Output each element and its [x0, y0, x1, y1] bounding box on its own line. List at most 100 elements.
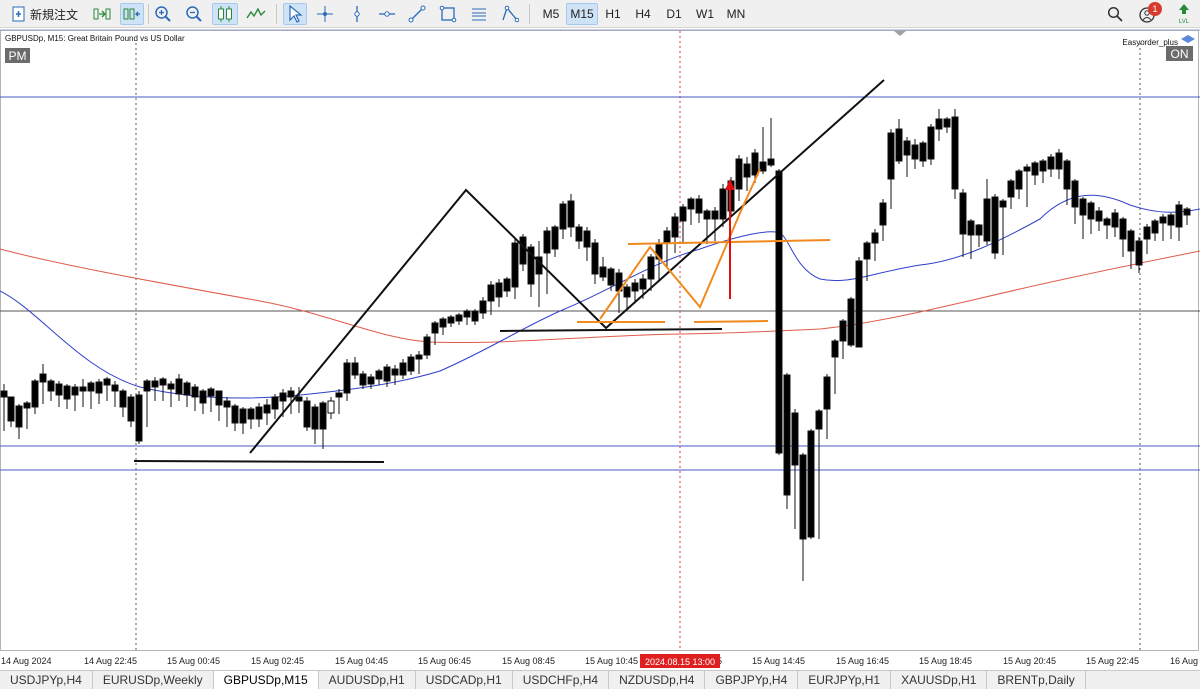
bearish-candle — [1007, 180, 1015, 198]
fibonacci-icon — [472, 8, 486, 21]
fibonacci-tool-button[interactable] — [468, 3, 490, 25]
bearish-candle — [767, 158, 775, 166]
tab-usdjpyp-h4[interactable]: USDJPYp,H4 — [0, 671, 93, 689]
trendline-tool-button[interactable] — [406, 3, 428, 25]
bearish-candle — [423, 336, 431, 356]
bearish-candle — [263, 404, 271, 414]
timeframe-h4-button[interactable]: H4 — [630, 3, 656, 25]
level-icon: LVL — [1179, 4, 1190, 25]
rectangle-tool-button[interactable] — [437, 3, 459, 25]
bearish-candle — [439, 318, 447, 328]
bearish-candle — [399, 362, 407, 376]
cursor-tool-button[interactable] — [283, 3, 307, 25]
chart-frame — [0, 30, 1199, 651]
vertical-line-icon — [354, 6, 360, 22]
timeframe-h1-button[interactable]: H1 — [600, 3, 626, 25]
tab-eurjpyp-h1[interactable]: EURJPYp,H1 — [798, 671, 892, 689]
bearish-candle — [1111, 212, 1119, 228]
bearish-candle — [351, 362, 359, 376]
bearish-candle — [879, 202, 887, 226]
shapes-icon — [502, 5, 519, 23]
bearish-candle — [303, 400, 311, 428]
shapes-tool-button[interactable] — [499, 3, 521, 25]
bearish-candle — [831, 340, 839, 358]
chart-shift-button[interactable] — [120, 3, 144, 25]
bearish-candle — [543, 230, 551, 254]
bearish-candle — [895, 128, 903, 162]
drawn-support-line[interactable] — [133, 460, 385, 463]
tab-gbpusdp-m15[interactable]: GBPUSDp,M15 — [213, 671, 319, 689]
bearish-candle — [1023, 166, 1031, 172]
bearish-candle — [7, 396, 15, 422]
zoom-in-icon — [155, 6, 171, 22]
bearish-candle — [367, 376, 375, 385]
new-order-button[interactable]: 新規注文 — [8, 3, 84, 25]
horizontal-line-tool-button[interactable] — [376, 3, 398, 25]
bearish-candle — [0, 390, 8, 398]
bearish-candle — [31, 380, 39, 408]
search-button[interactable] — [1104, 3, 1126, 25]
bearish-candle — [223, 400, 231, 408]
vertical-line-tool-button[interactable] — [346, 3, 368, 25]
tab-usdchfp-h4[interactable]: USDCHFp,H4 — [513, 671, 610, 689]
bearish-candle — [671, 216, 679, 238]
bearish-candle — [311, 406, 319, 430]
tab-brentp-daily[interactable]: BRENTp,Daily — [987, 671, 1086, 689]
crosshair-tool-button[interactable] — [314, 3, 336, 25]
time-label: 15 Aug 16:45 — [836, 656, 889, 666]
bearish-candle — [519, 236, 527, 265]
tab-gbpjpyp-h4[interactable]: GBPJPYp,H4 — [705, 671, 799, 689]
tab-usdcadp-h1[interactable]: USDCADp,H1 — [416, 671, 513, 689]
time-label: 15 Aug 06:45 — [418, 656, 471, 666]
lvl-label: LVL — [1179, 19, 1190, 25]
bearish-candle — [575, 226, 583, 242]
time-label: 14 Aug 22:45 — [84, 656, 137, 666]
bearish-candle — [167, 383, 175, 390]
bearish-candle — [1039, 160, 1047, 172]
bearish-candle — [799, 454, 807, 540]
line-chart-button[interactable] — [244, 3, 268, 25]
bearish-candle — [1015, 170, 1023, 190]
candlestick-chart-button[interactable] — [212, 3, 238, 25]
bearish-candle — [215, 390, 223, 406]
zoom-out-button[interactable] — [183, 3, 205, 25]
timeframe-mn-button[interactable]: MN — [722, 3, 750, 25]
zoom-out-icon — [186, 6, 202, 22]
bearish-candle — [231, 405, 239, 424]
symbol-tabs: USDJPYp,H4 EURUSDp,Weekly GBPUSDp,M15 AU… — [0, 670, 1200, 689]
search-icon — [1107, 6, 1123, 22]
timeframe-m15-button[interactable]: M15 — [566, 3, 598, 25]
bearish-candle — [335, 392, 343, 398]
bearish-candle — [207, 388, 215, 397]
tab-nzdusdp-h4[interactable]: NZDUSDp,H4 — [609, 671, 706, 689]
bearish-candle — [687, 198, 695, 210]
tab-audusdp-h1[interactable]: AUDUSDp,H1 — [319, 671, 416, 689]
bearish-candle — [183, 382, 191, 396]
tab-eurusdp-weekly[interactable]: EURUSDp,Weekly — [93, 671, 214, 689]
bearish-candle — [447, 316, 455, 324]
timeframe-d1-button[interactable]: D1 — [661, 3, 687, 25]
bearish-candle — [583, 230, 591, 248]
time-label: 15 Aug 08:45 — [502, 656, 555, 666]
timeframe-m5-button[interactable]: M5 — [537, 3, 565, 25]
bearish-candle — [111, 384, 119, 392]
bearish-candle — [1055, 152, 1063, 170]
trendline-icon — [408, 5, 426, 23]
bearish-candle — [735, 158, 743, 190]
zoom-in-button[interactable] — [152, 3, 174, 25]
price-chart[interactable]: GBPUSDp, M15: Great Britain Pound vs US … — [0, 29, 1200, 652]
bearish-candle — [119, 390, 127, 408]
timeframe-w1-button[interactable]: W1 — [692, 3, 718, 25]
bearish-candle — [87, 382, 95, 392]
bearish-candle — [1047, 156, 1055, 170]
bearish-candle — [1079, 198, 1087, 216]
bearish-candle — [663, 230, 671, 244]
algo-trading-button[interactable] — [90, 3, 114, 25]
bearish-candle — [551, 226, 559, 250]
tab-xauusdp-h1[interactable]: XAUUSDp,H1 — [891, 671, 988, 689]
bearish-candle — [151, 380, 159, 388]
bearish-candle — [999, 200, 1007, 208]
signals-level-button[interactable]: LVL — [1172, 3, 1196, 25]
bearish-candle — [255, 406, 263, 420]
bearish-candle — [295, 396, 303, 402]
